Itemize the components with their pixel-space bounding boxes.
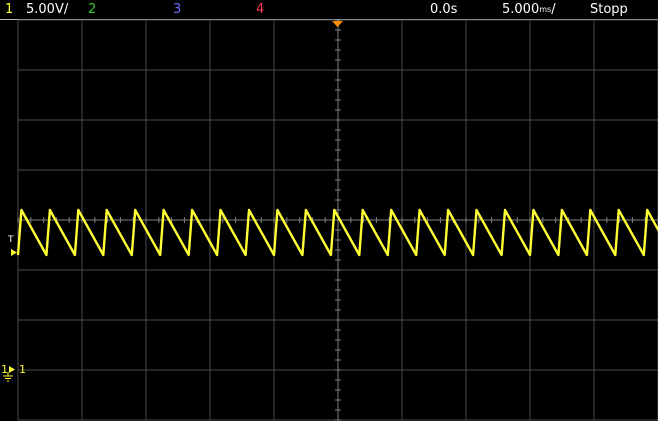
ch1-ground-marker[interactable] [9, 366, 15, 373]
ground-channel-label: 1 [1, 363, 8, 376]
trigger-label: T [8, 235, 14, 245]
ground-label: 1 [19, 363, 26, 376]
waveform-display[interactable] [0, 0, 658, 421]
trigger-position-marker[interactable] [332, 21, 343, 27]
trigger-level-marker[interactable] [11, 249, 17, 256]
